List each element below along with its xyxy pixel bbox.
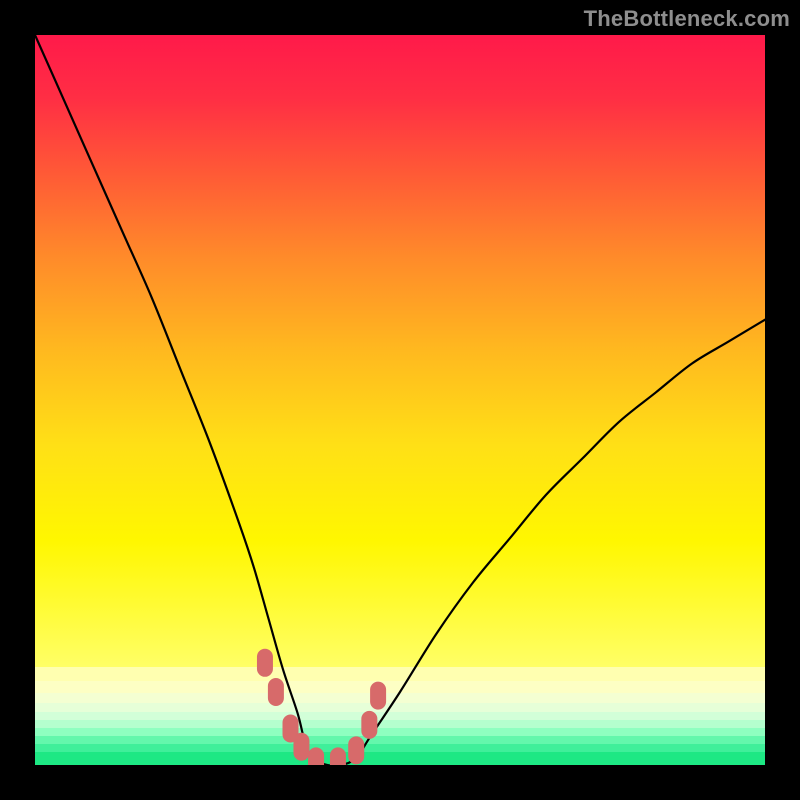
floor-marker [257,649,273,677]
floor-marker [370,682,386,710]
floor-marker [330,747,346,765]
floor-marker [348,736,364,764]
floor-markers [35,35,765,765]
floor-marker [361,711,377,739]
watermark-text: TheBottleneck.com [584,6,790,32]
chart-frame: TheBottleneck.com [0,0,800,800]
floor-marker [308,747,324,765]
floor-marker [293,733,309,761]
plot-area [35,35,765,765]
floor-marker [268,678,284,706]
